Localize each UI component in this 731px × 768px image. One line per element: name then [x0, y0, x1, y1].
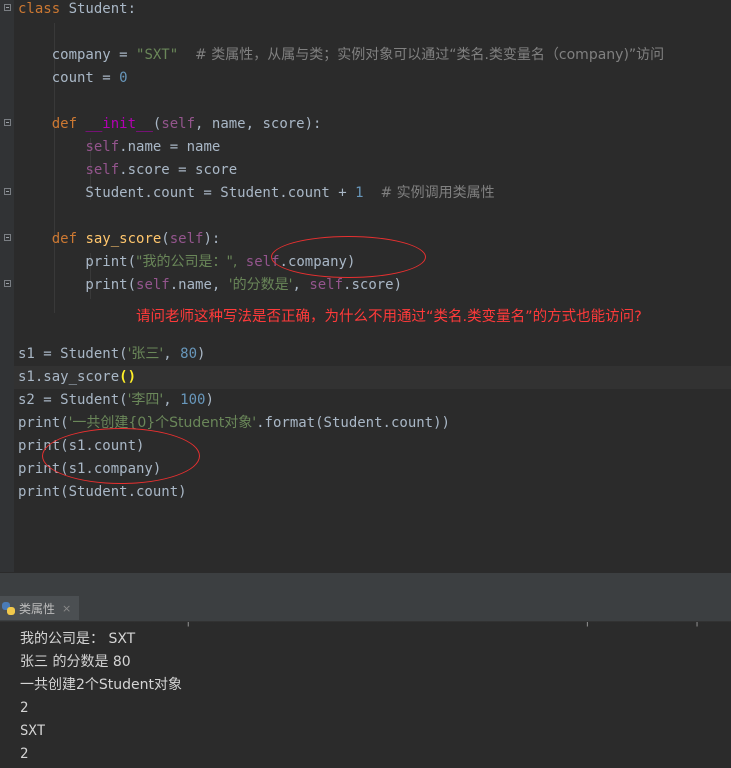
- class-name: Student: [68, 1, 128, 17]
- fold-marker-icon[interactable]: [4, 234, 11, 241]
- python-file-icon: [2, 601, 15, 615]
- code-line: Student.count = Student.count + 1 # 实例调用…: [18, 185, 495, 201]
- code-line: count = 0: [18, 70, 128, 86]
- code-line: class Student:: [18, 1, 137, 17]
- code-line: def __init__(self, name, score):: [51, 116, 322, 132]
- console-line: 一共创建2个Student对象: [20, 677, 183, 693]
- fold-marker-icon[interactable]: [4, 188, 11, 195]
- fold-marker-icon[interactable]: [4, 4, 11, 11]
- console-line: SXT: [20, 723, 46, 739]
- panel-splitter[interactable]: [0, 572, 731, 594]
- run-tab-label: 类属性: [19, 601, 56, 616]
- run-tab[interactable]: 类属性 ×: [0, 596, 80, 620]
- run-tool-window-tabs: 类属性 ×: [0, 594, 731, 622]
- code-line: company = "SXT" # 类属性，从属与类；实例对象可以通过“类名.类…: [18, 47, 665, 63]
- editor-gutter: [0, 0, 14, 572]
- console-line: 2: [20, 746, 29, 762]
- annotation-circle-self-company: [271, 236, 426, 278]
- fold-marker-icon[interactable]: [4, 119, 11, 126]
- code-line: self.name = name: [85, 139, 221, 155]
- code-line: print(Student.count): [18, 484, 187, 500]
- code-editor[interactable]: class Student: company = "SXT" # 类属性，从属与…: [0, 0, 731, 572]
- close-icon[interactable]: ×: [62, 602, 71, 615]
- code-line: self.score = score: [85, 162, 238, 178]
- code-line: def say_score(self):: [51, 231, 221, 247]
- code-line: s1 = Student('张三', 80): [18, 346, 206, 362]
- console-line: 我的公司是： SXT: [20, 631, 136, 647]
- question-annotation: 请问老师这种写法是否正确，为什么不用通过“类名.类变量名”的方式也能访问?: [136, 309, 642, 325]
- run-console-output[interactable]: ‹ ‹ ‹ ‹ ‹ ‹|‹ ‹ ‹ ‹ ‹ ‹ ‹ ‹ ‹ ‹ ‹ ‹ ‹ ‹ …: [0, 622, 731, 768]
- code-line: s2 = Student('李四', 100): [18, 392, 214, 408]
- fold-marker-icon[interactable]: [4, 280, 11, 287]
- console-line: 张三 的分数是 80: [20, 654, 131, 670]
- console-line: 2: [20, 700, 29, 716]
- current-code-line: s1.say_score(): [14, 366, 731, 389]
- annotation-circle-s1-prints: [42, 428, 200, 484]
